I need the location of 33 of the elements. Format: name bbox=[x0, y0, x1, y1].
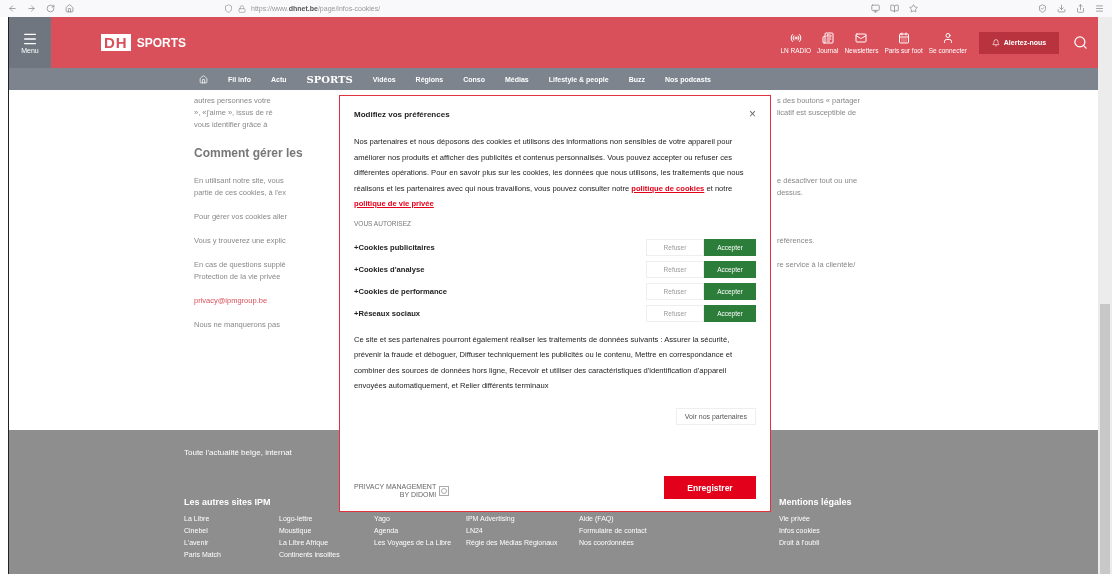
bell-icon bbox=[991, 38, 1000, 47]
radio-icon bbox=[789, 31, 802, 44]
book-icon[interactable] bbox=[890, 4, 899, 13]
journal-icon bbox=[821, 31, 834, 44]
shield-icon[interactable] bbox=[1038, 4, 1047, 13]
calendar-icon bbox=[897, 31, 910, 44]
forward-icon[interactable] bbox=[27, 4, 36, 13]
home-icon[interactable] bbox=[65, 4, 74, 13]
section-heading: Comment gérer les bbox=[194, 145, 304, 162]
footer-heading: Les autres sites IPM bbox=[184, 497, 272, 507]
user-icon bbox=[941, 31, 954, 44]
search-icon[interactable] bbox=[1073, 35, 1088, 50]
footer-heading: Mentions légales bbox=[779, 497, 852, 507]
save-button[interactable]: Enregistrer bbox=[664, 476, 756, 499]
back-icon[interactable] bbox=[8, 4, 17, 13]
reload-icon[interactable] bbox=[46, 4, 55, 13]
logo-section[interactable]: SPORTS bbox=[136, 35, 186, 50]
monitor-icon[interactable] bbox=[871, 4, 880, 13]
footer-tagline: Toute l'actualité belge, internat bbox=[184, 448, 293, 457]
scrollbar-thumb[interactable] bbox=[1100, 304, 1110, 574]
star-icon[interactable] bbox=[909, 4, 918, 13]
dialog-title: Modifiez vos préférences bbox=[354, 109, 450, 119]
download-icon[interactable] bbox=[1057, 4, 1066, 13]
mail-icon bbox=[855, 31, 868, 44]
shield-icon bbox=[224, 4, 233, 13]
menu-icon[interactable] bbox=[1095, 4, 1104, 13]
nav-link[interactable]: SPORTS bbox=[306, 73, 353, 85]
badge-logo-icon bbox=[439, 486, 450, 496]
close-button[interactable]: × bbox=[749, 108, 756, 120]
logo-letters[interactable]: DH bbox=[101, 34, 131, 51]
lock-icon bbox=[238, 4, 246, 13]
menu-icon bbox=[22, 31, 38, 47]
share-icon[interactable] bbox=[1076, 4, 1085, 13]
